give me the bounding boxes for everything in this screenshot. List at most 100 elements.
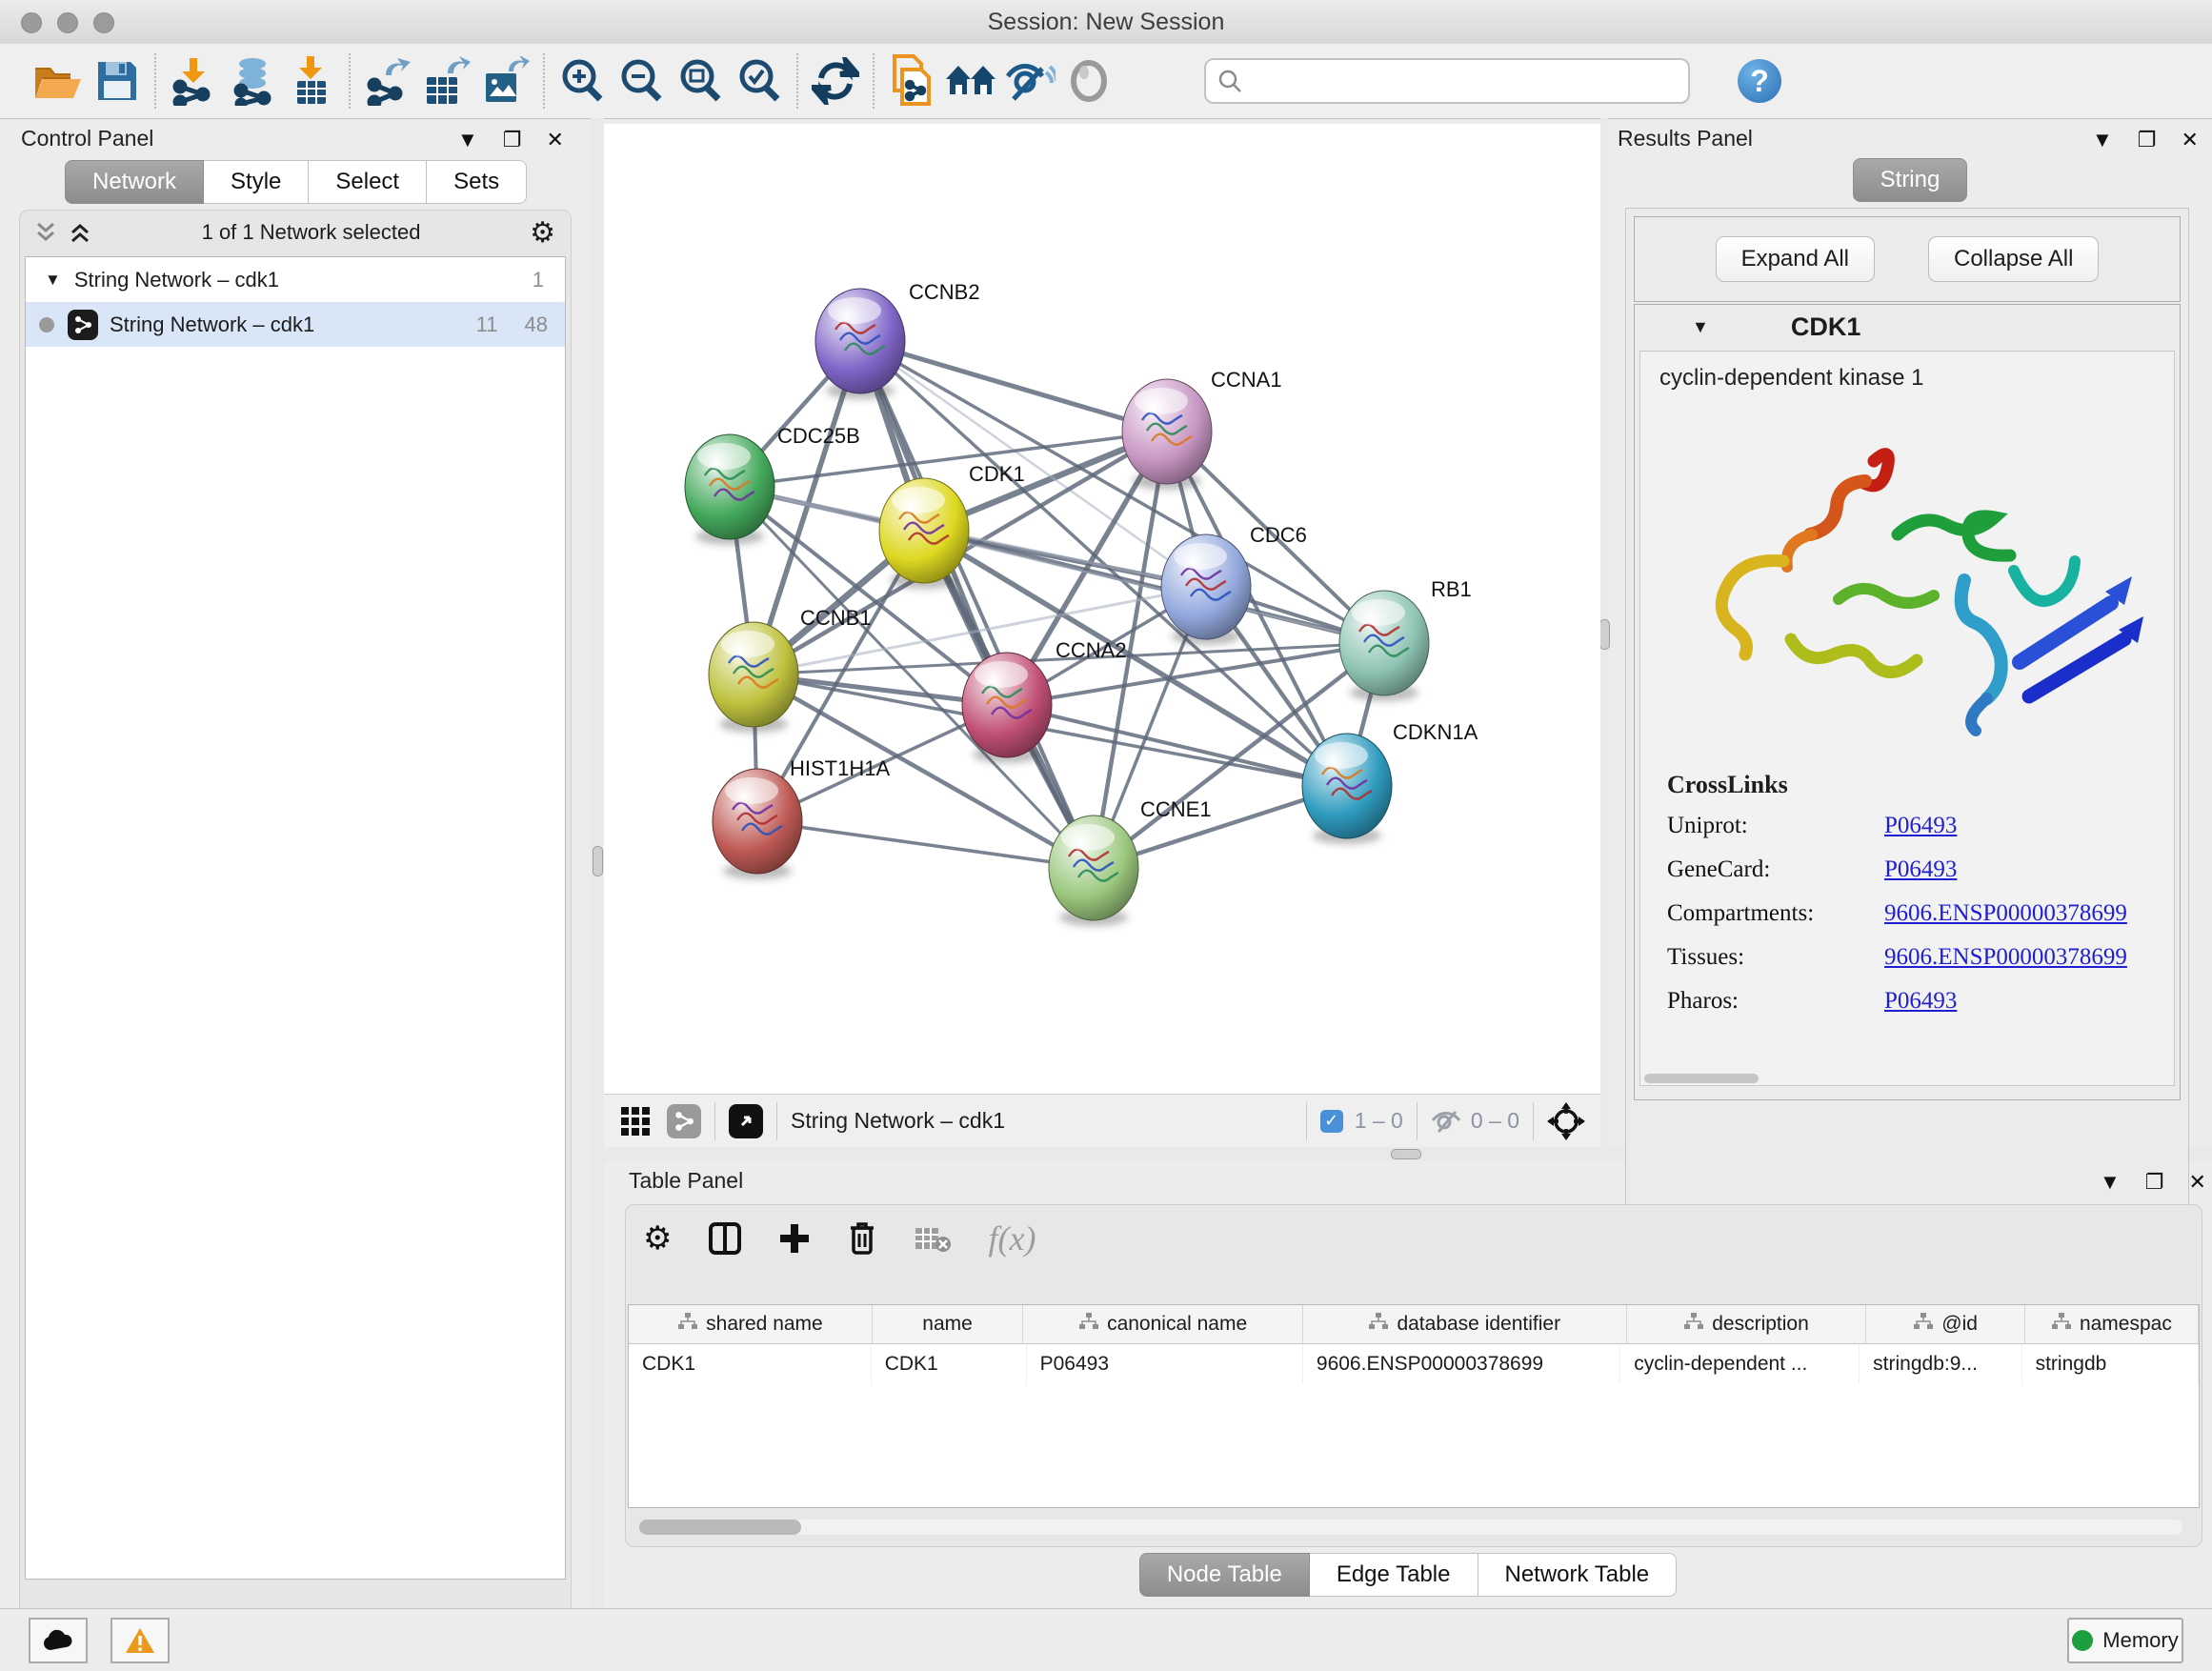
cloud-button[interactable] xyxy=(29,1618,88,1663)
delete-column-icon[interactable] xyxy=(847,1220,877,1257)
table-panel-float-icon[interactable]: ❐ xyxy=(2145,1170,2164,1195)
zoom-in-button[interactable] xyxy=(553,50,612,111)
export-network-button[interactable] xyxy=(358,50,417,111)
duplicate-document-button[interactable] xyxy=(882,50,941,111)
table-panel-close-icon[interactable]: ✕ xyxy=(2189,1170,2206,1195)
network-item-label: String Network – cdk1 xyxy=(110,312,314,337)
table-settings-gear-icon[interactable]: ⚙ xyxy=(643,1219,672,1258)
crosslink-link[interactable]: P06493 xyxy=(1884,988,1957,1015)
splitter-handle[interactable] xyxy=(593,846,603,876)
control-panel-close-icon[interactable]: ✕ xyxy=(547,128,564,152)
export-image-button[interactable] xyxy=(476,50,535,111)
crosslink-link[interactable]: 9606.ENSP00000378699 xyxy=(1884,944,2127,971)
search-input[interactable] xyxy=(1204,58,1690,104)
table-cell[interactable]: cyclin-dependent ... xyxy=(1620,1344,1860,1384)
import-network-file-button[interactable] xyxy=(164,50,223,111)
table-horizontal-scrollbar[interactable] xyxy=(639,1520,2182,1535)
help-button[interactable]: ? xyxy=(1738,59,1781,103)
crosslink-link[interactable]: 9606.ENSP00000378699 xyxy=(1884,900,2127,927)
table-cell[interactable]: 9606.ENSP00000378699 xyxy=(1303,1344,1620,1384)
table-cell[interactable]: CDK1 xyxy=(629,1344,872,1384)
refresh-button[interactable] xyxy=(806,50,865,111)
column-header-database-identifier[interactable]: database identifier xyxy=(1303,1305,1627,1344)
column-header-name[interactable]: name xyxy=(873,1305,1023,1344)
houses-button[interactable] xyxy=(941,50,1000,111)
expand-all-icon[interactable] xyxy=(68,220,92,245)
control-panel-float-icon[interactable]: ❐ xyxy=(503,128,522,152)
network-node-CCNE1[interactable] xyxy=(1049,815,1138,926)
memory-button[interactable]: Memory xyxy=(2067,1618,2183,1663)
table-cell[interactable]: stringdb:9... xyxy=(1860,1344,2021,1384)
network-tree-root-row[interactable]: ▼ String Network – cdk1 1 xyxy=(26,257,565,302)
fit-content-crosshair-icon[interactable] xyxy=(1547,1102,1585,1140)
network-edge[interactable] xyxy=(860,341,1167,432)
column-header-canonical-name[interactable]: canonical name xyxy=(1023,1305,1303,1344)
network-tree-child-row[interactable]: String Network – cdk1 11 48 xyxy=(26,302,565,347)
tab-edge-table[interactable]: Edge Table xyxy=(1310,1553,1478,1597)
tab-node-table[interactable]: Node Table xyxy=(1139,1553,1310,1597)
table-cell[interactable]: stringdb xyxy=(2022,1344,2199,1384)
function-builder-icon[interactable]: f(x) xyxy=(988,1218,1036,1258)
network-edge[interactable] xyxy=(757,821,1094,868)
column-header-shared-name[interactable]: shared name xyxy=(629,1305,873,1344)
network-node-RB1[interactable] xyxy=(1339,591,1429,701)
table-panel-menu-icon[interactable]: ▼ xyxy=(2100,1170,2121,1195)
tab-select[interactable]: Select xyxy=(309,160,427,204)
crosslink-link[interactable]: P06493 xyxy=(1884,856,1957,883)
network-node-CCNB2[interactable] xyxy=(815,289,905,399)
network-node-CDKN1A[interactable] xyxy=(1302,734,1392,844)
collapse-all-icon[interactable] xyxy=(33,220,58,245)
column-header-@id[interactable]: @id xyxy=(1866,1305,2024,1344)
results-panel-close-icon[interactable]: ✕ xyxy=(2182,128,2199,152)
add-column-icon[interactable] xyxy=(778,1222,811,1255)
eye-button[interactable] xyxy=(1059,50,1118,111)
zoom-selected-button[interactable] xyxy=(730,50,789,111)
node-result-header[interactable]: ▼ CDK1 xyxy=(1635,305,2180,349)
results-panel-float-icon[interactable]: ❐ xyxy=(2138,128,2157,152)
delete-table-icon[interactable] xyxy=(914,1224,952,1253)
network-edge[interactable] xyxy=(860,341,1094,868)
network-node-CCNA1[interactable] xyxy=(1122,379,1212,490)
zoom-out-button[interactable] xyxy=(612,50,671,111)
grid-view-icon[interactable] xyxy=(621,1107,650,1136)
import-network-database-button[interactable] xyxy=(223,50,282,111)
network-node-CCNB1[interactable] xyxy=(709,622,798,733)
tab-network-table[interactable]: Network Table xyxy=(1478,1553,1678,1597)
network-node-CDC25B[interactable] xyxy=(685,434,774,545)
table-cell[interactable]: P06493 xyxy=(1027,1344,1303,1384)
entry-disclosure-icon[interactable]: ▼ xyxy=(1692,317,1709,337)
network-canvas[interactable]: CCNB2CCNA1CDC25BCDK1CDC6RB1CCNB1CCNA2CDK… xyxy=(604,124,1600,1094)
import-table-button[interactable] xyxy=(282,50,341,111)
selected-checkbox-icon[interactable]: ✓ xyxy=(1320,1110,1343,1133)
tree-disclosure-icon[interactable]: ▼ xyxy=(45,271,61,290)
expand-all-button[interactable]: Expand All xyxy=(1716,236,1875,282)
tab-style[interactable]: Style xyxy=(204,160,309,204)
control-panel-menu-icon[interactable]: ▼ xyxy=(457,128,478,152)
open-session-button[interactable] xyxy=(29,50,88,111)
table-scrollbar-thumb[interactable] xyxy=(639,1520,801,1535)
splitter-handle[interactable] xyxy=(1391,1149,1421,1159)
collapse-all-button[interactable]: Collapse All xyxy=(1928,236,2099,282)
zoom-fit-button[interactable] xyxy=(671,50,730,111)
table-row[interactable]: CDK1CDK1P064939606.ENSP00000378699cyclin… xyxy=(629,1344,2199,1384)
network-node-HIST1H1A[interactable] xyxy=(713,769,802,879)
save-session-button[interactable] xyxy=(88,50,147,111)
results-panel-menu-icon[interactable]: ▼ xyxy=(2092,128,2113,152)
hidden-eye-slash-icon[interactable] xyxy=(1431,1109,1461,1134)
column-header-description[interactable]: description xyxy=(1627,1305,1867,1344)
warning-button[interactable] xyxy=(111,1618,170,1663)
eye-slash-button[interactable] xyxy=(1000,50,1059,111)
column-header-namespac[interactable]: namespac xyxy=(2025,1305,2199,1344)
results-panel-tabs: String xyxy=(1608,158,2212,202)
share-view-icon[interactable] xyxy=(667,1104,701,1138)
crosslink-link[interactable]: P06493 xyxy=(1884,813,1957,839)
export-table-button[interactable] xyxy=(417,50,476,111)
tab-string[interactable]: String xyxy=(1853,158,1968,202)
network-options-gear-icon[interactable]: ⚙ xyxy=(530,216,555,250)
show-columns-icon[interactable] xyxy=(708,1221,742,1256)
tab-sets[interactable]: Sets xyxy=(427,160,527,204)
table-cell[interactable]: CDK1 xyxy=(872,1344,1027,1384)
tab-network[interactable]: Network xyxy=(65,160,204,204)
birds-eye-view-icon[interactable] xyxy=(729,1104,763,1138)
results-horizontal-scrollbar[interactable] xyxy=(1644,1074,1759,1083)
